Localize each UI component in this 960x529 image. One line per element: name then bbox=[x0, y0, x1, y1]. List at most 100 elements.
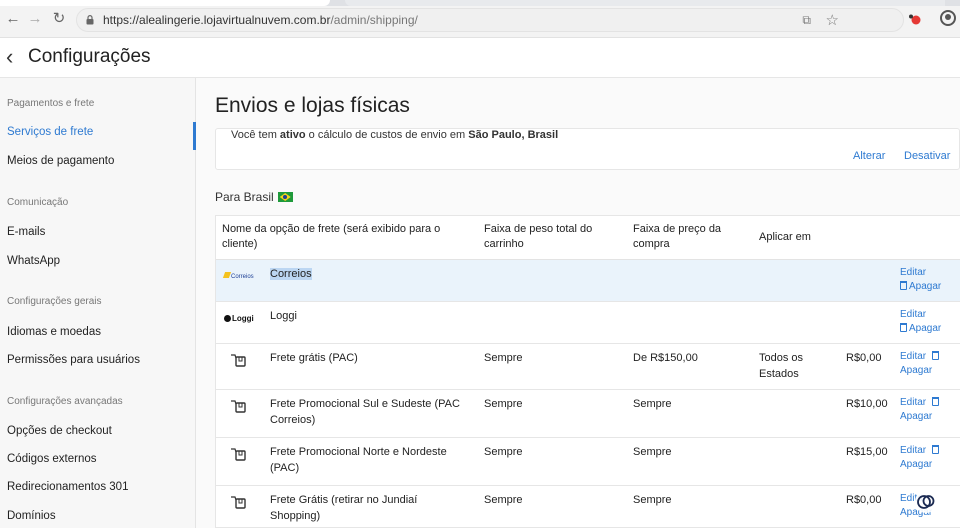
app-header: ‹ Configurações bbox=[0, 38, 960, 78]
package-icon bbox=[231, 496, 246, 509]
row-price: De R$150,00 bbox=[633, 352, 698, 364]
browser-chrome: ← → ↻ https://alealingerie.lojavirtualnu… bbox=[0, 0, 960, 38]
row-cost: R$0,00 bbox=[846, 352, 882, 364]
sidebar-section-general: Configurações gerais bbox=[7, 296, 102, 307]
row-name: Frete Grátis (retirar no Jundiaí Shoppin… bbox=[270, 494, 418, 522]
trash-icon[interactable] bbox=[931, 397, 939, 406]
table-row[interactable]: Frete Promocional Norte e Nordeste (PAC)… bbox=[216, 438, 960, 486]
header-apply: Aplicar em bbox=[759, 231, 811, 243]
edit-link[interactable]: Editar bbox=[900, 350, 941, 364]
delete-link[interactable]: Apagar bbox=[900, 280, 941, 294]
header-price: Faixa de preço da compra bbox=[633, 223, 722, 250]
url-domain: https://alealingerie.lojavirtualnuvem.co… bbox=[103, 13, 331, 27]
sidebar-item-shipping-services[interactable]: Serviços de frete bbox=[7, 126, 93, 138]
sidebar-section-payments: Pagamentos e frete bbox=[7, 98, 95, 109]
info-status: ativo bbox=[279, 129, 306, 141]
row-name: Loggi bbox=[270, 310, 297, 322]
sidebar-section-advanced: Configurações avançadas bbox=[7, 396, 123, 407]
table-header: Nome da opção de frete (será exibido par… bbox=[216, 216, 960, 260]
shipping-options-table: Nome da opção de frete (será exibido par… bbox=[215, 215, 960, 528]
settings-sidebar: Pagamentos e frete Serviços de frete Mei… bbox=[0, 78, 196, 528]
row-weight: Sempre bbox=[484, 398, 523, 410]
sidebar-section-communication: Comunicação bbox=[7, 197, 69, 208]
sidebar-item-external-codes[interactable]: Códigos externos bbox=[7, 453, 97, 465]
sidebar-item-emails[interactable]: E-mails bbox=[7, 226, 45, 238]
table-row[interactable]: Frete Promocional Sul e Sudeste (PAC Cor… bbox=[216, 390, 960, 438]
forward-arrow-icon[interactable]: → bbox=[26, 10, 44, 28]
delete-link[interactable]: Apagar bbox=[900, 364, 932, 378]
row-weight: Sempre bbox=[484, 352, 523, 364]
desativar-link[interactable]: Desativar bbox=[904, 150, 950, 162]
loggi-logo-icon: Loggi bbox=[224, 313, 260, 325]
row-price: Sempre bbox=[633, 446, 672, 458]
profile-icon[interactable] bbox=[940, 10, 956, 26]
info-prefix: Você tem bbox=[231, 129, 277, 141]
tab-strip bbox=[0, 0, 960, 6]
delete-link[interactable]: Apagar bbox=[900, 410, 932, 424]
header-name: Nome da opção de frete (será exibido par… bbox=[222, 223, 441, 250]
browser-tab-active[interactable] bbox=[0, 0, 330, 6]
row-price: Sempre bbox=[633, 398, 672, 410]
sidebar-item-languages[interactable]: Idiomas e moedas bbox=[7, 326, 101, 338]
row-weight: Sempre bbox=[484, 494, 523, 506]
page-title: Envios e lojas físicas bbox=[215, 94, 410, 117]
brazil-flag-icon bbox=[277, 192, 293, 202]
chat-bubble-icon[interactable] bbox=[914, 490, 938, 514]
edit-link[interactable]: Editar bbox=[900, 308, 926, 322]
table-row[interactable]: Correios Correios Editar Apagar bbox=[216, 260, 960, 302]
trash-icon[interactable] bbox=[931, 445, 939, 454]
edit-link[interactable]: Editar bbox=[900, 396, 941, 410]
package-icon bbox=[231, 448, 246, 461]
url-path: /admin/shipping/ bbox=[330, 13, 418, 27]
country-label-text: Para Brasil bbox=[215, 190, 274, 204]
shipping-calc-status: Você tem ativo o cálculo de custos de en… bbox=[231, 129, 558, 141]
url-text: https://alealingerie.lojavirtualnuvem.co… bbox=[103, 13, 418, 27]
row-price: Sempre bbox=[633, 494, 672, 506]
edit-link[interactable]: Editar bbox=[900, 444, 941, 458]
row-cost: R$10,00 bbox=[846, 398, 888, 410]
trash-icon bbox=[900, 323, 907, 332]
bookmark-star-icon[interactable]: ☆ bbox=[826, 11, 839, 29]
extension-icon[interactable] bbox=[908, 13, 922, 25]
trash-icon[interactable] bbox=[931, 351, 939, 360]
sidebar-item-whatsapp[interactable]: WhatsApp bbox=[7, 255, 60, 267]
table-row[interactable]: Loggi Loggi Editar Apagar bbox=[216, 302, 960, 344]
sidebar-item-payment-methods[interactable]: Meios de pagamento bbox=[7, 155, 114, 167]
package-icon bbox=[231, 400, 246, 413]
delete-link[interactable]: Apagar bbox=[900, 458, 932, 472]
shipping-calc-card: Você tem ativo o cálculo de custos de en… bbox=[215, 128, 960, 170]
table-row[interactable]: Frete Grátis (retirar no Jundiaí Shoppin… bbox=[216, 486, 960, 529]
table-row[interactable]: Frete grátis (PAC) Sempre De R$150,00 To… bbox=[216, 344, 960, 390]
row-cost: R$0,00 bbox=[846, 494, 882, 506]
sidebar-item-checkout-options[interactable]: Opções de checkout bbox=[7, 425, 112, 437]
edit-link[interactable]: Editar bbox=[900, 266, 926, 280]
translate-icon[interactable]: ⧉ bbox=[802, 13, 811, 28]
main-content: Envios e lojas físicas Você tem ativo o … bbox=[196, 78, 960, 528]
row-apply: Todos os Estados bbox=[759, 352, 804, 380]
sidebar-item-user-permissions[interactable]: Permissões para usuários bbox=[7, 354, 140, 366]
lock-icon bbox=[86, 15, 94, 25]
delete-link[interactable]: Apagar bbox=[900, 322, 941, 336]
row-name: Frete grátis (PAC) bbox=[270, 352, 358, 364]
row-cost: R$15,00 bbox=[846, 446, 888, 458]
back-arrow-icon[interactable]: ← bbox=[4, 10, 22, 28]
package-icon bbox=[231, 354, 246, 367]
info-location: São Paulo, Brasil bbox=[468, 129, 559, 141]
address-bar[interactable]: https://alealingerie.lojavirtualnuvem.co… bbox=[76, 8, 904, 32]
country-label: Para Brasil bbox=[215, 190, 293, 204]
reload-icon[interactable]: ↻ bbox=[50, 10, 68, 28]
correios-logo-icon: Correios bbox=[222, 271, 260, 283]
info-middle: o cálculo de custos de envio em bbox=[308, 129, 466, 141]
row-weight: Sempre bbox=[484, 446, 523, 458]
browser-tab[interactable] bbox=[345, 0, 945, 6]
row-name: Frete Promocional Norte e Nordeste (PAC) bbox=[270, 446, 447, 474]
alterar-link[interactable]: Alterar bbox=[853, 150, 885, 162]
sidebar-item-domains[interactable]: Domínios bbox=[7, 510, 56, 522]
row-name: Frete Promocional Sul e Sudeste (PAC Cor… bbox=[270, 398, 460, 426]
chevron-left-icon[interactable]: ‹ bbox=[6, 46, 20, 68]
row-name: Correios bbox=[270, 268, 312, 280]
page-header-title: Configurações bbox=[28, 46, 151, 67]
header-weight: Faixa de peso total do carrinho bbox=[484, 223, 593, 250]
trash-icon bbox=[900, 281, 907, 290]
sidebar-item-redirects[interactable]: Redirecionamentos 301 bbox=[7, 481, 128, 493]
